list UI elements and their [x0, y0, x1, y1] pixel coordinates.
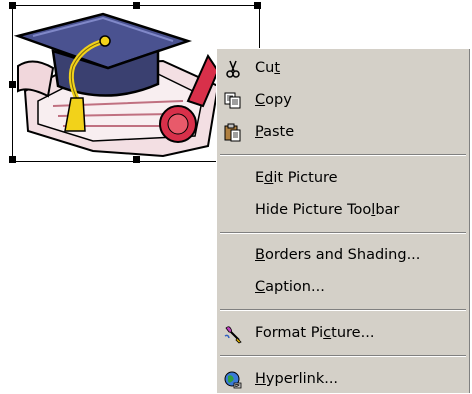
- menu-item-label: Paste: [255, 124, 295, 140]
- copy-icon: [223, 91, 243, 111]
- resize-handle-middle-left[interactable]: [9, 81, 16, 88]
- menu-item-hyperlink[interactable]: Hyperlink...: [217, 365, 469, 394]
- menu-item-label: Hyperlink...: [255, 371, 339, 387]
- context-menu: Cut Copy Paste Edit Picture Hide Picture…: [216, 48, 470, 393]
- menu-separator: [220, 355, 466, 357]
- format-picture-icon: [223, 324, 243, 344]
- menu-item-label: Hide Picture Toolbar: [255, 202, 400, 218]
- menu-item-copy[interactable]: Copy: [217, 86, 469, 115]
- paste-icon: [223, 123, 243, 143]
- menu-item-paste[interactable]: Paste: [217, 118, 469, 147]
- scissors-icon: [223, 59, 243, 79]
- menu-item-label: Cut: [255, 60, 281, 76]
- menu-item-label: Format Picture...: [255, 325, 375, 341]
- menu-separator: [220, 309, 466, 311]
- menu-item-label: Caption...: [255, 279, 325, 295]
- resize-handle-top-middle[interactable]: [133, 2, 140, 9]
- menu-item-label: Edit Picture: [255, 170, 338, 186]
- resize-handle-bottom-middle[interactable]: [133, 156, 140, 163]
- menu-item-label: Borders and Shading...: [255, 247, 421, 263]
- resize-handle-bottom-left[interactable]: [9, 156, 16, 163]
- menu-item-label: Copy: [255, 92, 292, 108]
- menu-separator: [220, 154, 466, 156]
- menu-item-borders-and-shading[interactable]: Borders and Shading...: [217, 241, 469, 270]
- resize-handle-top-right[interactable]: [254, 2, 261, 9]
- menu-separator: [220, 232, 466, 234]
- hyperlink-icon: [223, 370, 243, 390]
- menu-item-cut[interactable]: Cut: [217, 54, 469, 83]
- resize-handle-top-left[interactable]: [9, 2, 16, 9]
- menu-item-edit-picture[interactable]: Edit Picture: [217, 164, 469, 193]
- menu-item-hide-picture-toolbar[interactable]: Hide Picture Toolbar: [217, 196, 469, 225]
- menu-item-caption[interactable]: Caption...: [217, 273, 469, 302]
- menu-item-format-picture[interactable]: Format Picture...: [217, 319, 469, 348]
